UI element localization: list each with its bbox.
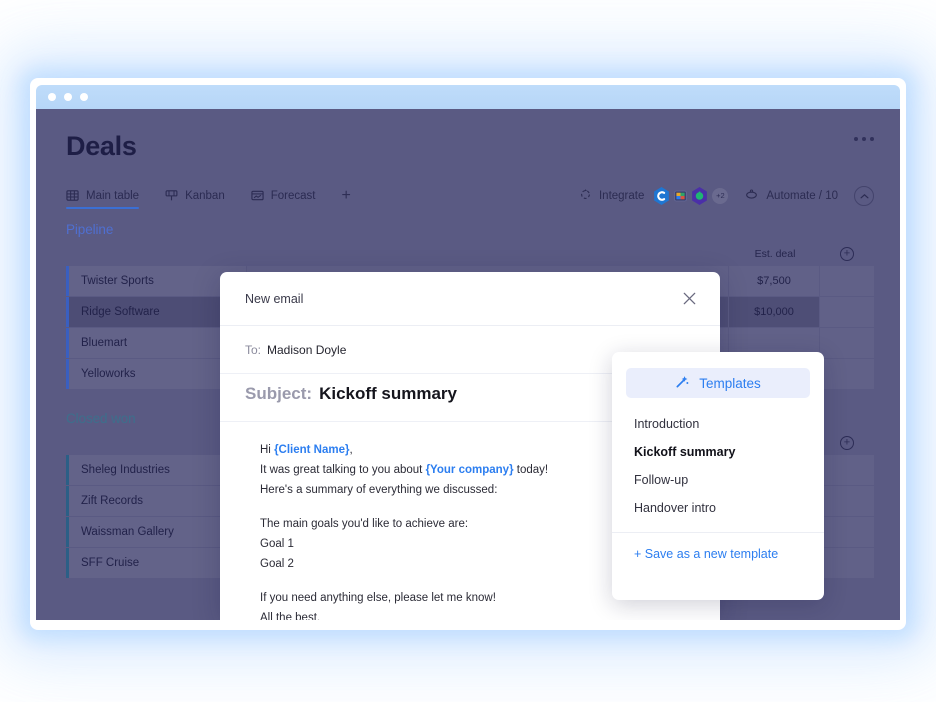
automate-button[interactable]: Automate / 10 bbox=[744, 188, 838, 204]
dot bbox=[870, 137, 874, 141]
integrate-label: Integrate bbox=[598, 189, 645, 202]
dot bbox=[862, 137, 866, 141]
traffic-light-maximize-dot[interactable] bbox=[80, 93, 88, 101]
tab-label: Main table bbox=[86, 189, 140, 202]
integrate-icon bbox=[579, 188, 592, 204]
save-as-new-template-button[interactable]: + Save as a new template bbox=[612, 533, 824, 561]
body-line-1-suffix: , bbox=[349, 444, 353, 456]
row-name: Waissman Gallery bbox=[66, 517, 246, 547]
row-last-cell[interactable] bbox=[820, 359, 874, 389]
modal-title: New email bbox=[245, 291, 304, 306]
templates-header-label: Templates bbox=[699, 375, 761, 391]
tab-main-table[interactable]: Main table bbox=[66, 189, 140, 209]
row-last-cell[interactable] bbox=[820, 517, 874, 547]
group-title: Pipeline bbox=[66, 222, 114, 237]
add-view-button[interactable]: + bbox=[341, 187, 350, 211]
row-last-cell[interactable] bbox=[820, 328, 874, 358]
row-name: Twister Sports bbox=[66, 266, 246, 296]
close-icon[interactable] bbox=[681, 290, 698, 307]
client-name-placeholder: {Client Name} bbox=[274, 444, 350, 456]
tab-kanban[interactable]: Kanban bbox=[165, 189, 225, 209]
green-hex-icon bbox=[692, 186, 708, 205]
add-column-label: + bbox=[843, 436, 851, 448]
body-line-2-suffix: today! bbox=[513, 464, 549, 476]
row-name: Yelloworks bbox=[66, 359, 246, 389]
magic-wand-icon bbox=[675, 374, 690, 392]
monday-hex-c-icon bbox=[654, 186, 670, 205]
add-column-button[interactable]: + bbox=[840, 436, 854, 450]
body-line-8: All the best, bbox=[260, 612, 321, 620]
body-line-2-prefix: It was great talking to you about bbox=[260, 464, 426, 476]
modal-header: New email bbox=[220, 272, 720, 326]
row-name: Bluemart bbox=[66, 328, 246, 358]
tab-label: Kanban bbox=[185, 189, 225, 202]
integration-overflow-count: +2 bbox=[712, 187, 729, 204]
view-tabs: Main table Kanban Forecast + bbox=[66, 187, 351, 211]
tabs-row: Main table Kanban Forecast + Integrate +… bbox=[36, 184, 900, 214]
tab-label: Forecast bbox=[270, 189, 316, 202]
colored-square-icon bbox=[674, 190, 687, 201]
window-titlebar bbox=[36, 85, 900, 109]
board-tools: Integrate +2 Automate / 10 bbox=[579, 185, 874, 213]
tab-forecast[interactable]: Forecast bbox=[251, 189, 316, 209]
dot bbox=[854, 137, 858, 141]
row-last-cell[interactable] bbox=[820, 548, 874, 578]
collapse-toolbar-button[interactable] bbox=[854, 185, 874, 206]
add-column-label: + bbox=[843, 247, 851, 259]
traffic-light-minimize-dot[interactable] bbox=[64, 93, 72, 101]
row-last-cell[interactable] bbox=[820, 266, 874, 296]
subject-value: Kickoff summary bbox=[319, 384, 457, 403]
chevron-up-icon bbox=[859, 187, 869, 205]
col-header-est-deal: Est. deal bbox=[754, 248, 796, 260]
add-column-cell: + bbox=[820, 247, 874, 261]
automate-label: Automate / 10 bbox=[766, 189, 838, 202]
template-item-handover-intro[interactable]: Handover intro bbox=[612, 494, 824, 522]
page-title: Deals bbox=[66, 131, 137, 161]
integrate-button[interactable]: Integrate +2 bbox=[579, 186, 729, 205]
row-est-deal: $7,500 bbox=[729, 266, 819, 296]
row-name: SFF Cruise bbox=[66, 548, 246, 578]
board-options-button[interactable] bbox=[854, 137, 874, 141]
integration-badges[interactable]: +2 bbox=[653, 186, 729, 205]
app-header: Deals bbox=[36, 109, 900, 162]
template-item-follow-up[interactable]: Follow-up bbox=[612, 466, 824, 494]
subject-label: Subject: bbox=[245, 384, 313, 403]
traffic-light-close-dot[interactable] bbox=[48, 93, 56, 101]
to-value: Madison Doyle bbox=[267, 342, 347, 357]
body-line-1-prefix: Hi bbox=[260, 444, 275, 456]
your-company-placeholder: {Your company} bbox=[425, 464, 514, 476]
deals-app: Deals Main table Kanban Forecast + Integ… bbox=[36, 109, 900, 620]
row-last-cell[interactable] bbox=[820, 297, 874, 327]
browser-window: Deals Main table Kanban Forecast + Integ… bbox=[36, 85, 900, 620]
column-headers: Est. deal + bbox=[66, 244, 874, 264]
row-est-deal: $10,000 bbox=[729, 297, 819, 327]
row-name: Ridge Software bbox=[66, 297, 246, 327]
templates-dropdown: Templates Introduction Kickoff summary F… bbox=[612, 352, 824, 600]
automate-robot-icon bbox=[744, 188, 759, 204]
row-name: Sheleg Industries bbox=[66, 455, 246, 485]
template-item-introduction[interactable]: Introduction bbox=[612, 410, 824, 438]
add-column-cell: + bbox=[820, 436, 874, 450]
row-last-cell[interactable] bbox=[820, 486, 874, 516]
row-last-cell[interactable] bbox=[820, 455, 874, 485]
to-label: To: bbox=[245, 342, 262, 357]
forecast-icon bbox=[251, 189, 264, 202]
table-icon bbox=[66, 189, 79, 202]
screenshot-stage: Deals Main table Kanban Forecast + Integ… bbox=[0, 0, 936, 702]
templates-header-button[interactable]: Templates bbox=[626, 368, 810, 398]
kanban-icon bbox=[165, 189, 178, 202]
add-column-button[interactable]: + bbox=[840, 247, 854, 261]
row-name: Zift Records bbox=[66, 486, 246, 516]
template-item-kickoff-summary[interactable]: Kickoff summary bbox=[612, 438, 824, 466]
